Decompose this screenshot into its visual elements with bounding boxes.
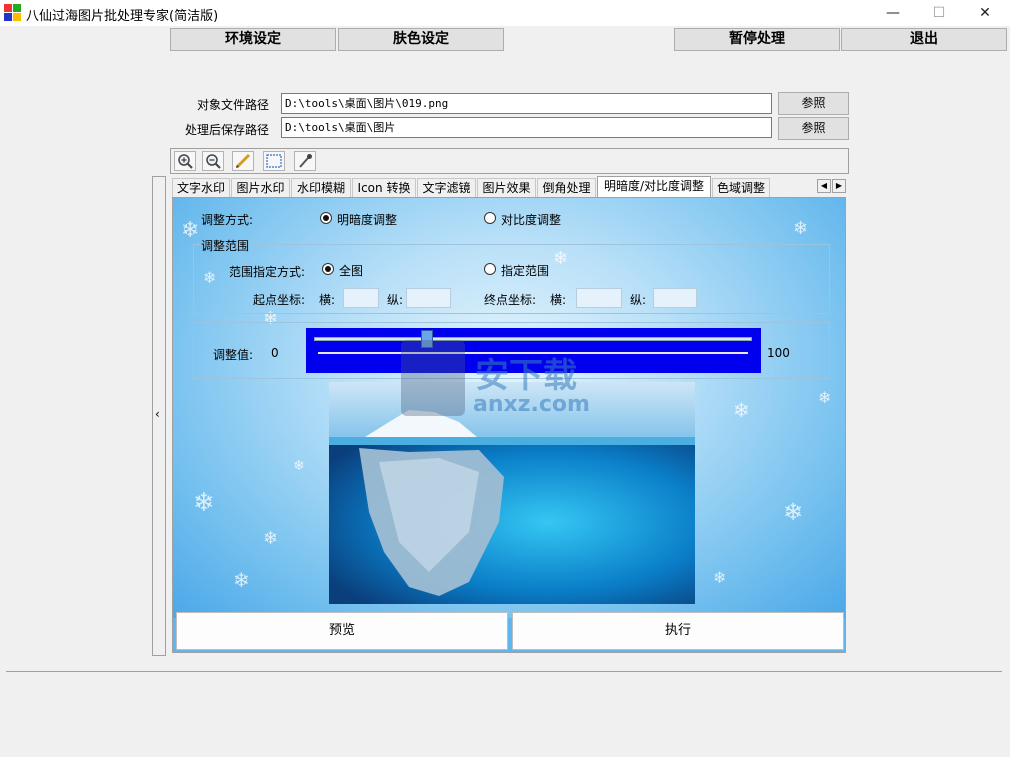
range-all-label: 全图 <box>339 264 364 278</box>
zoom-out-icon[interactable] <box>202 151 224 171</box>
tab-text-watermark[interactable]: 文字水印 <box>172 178 230 197</box>
slider-min-label: 0 <box>271 346 279 360</box>
snowflake-icon: ❄ <box>733 398 750 422</box>
end-point-label: 终点坐标: <box>484 293 537 307</box>
end-horiz-label: 横: <box>550 293 567 307</box>
tab-text-filter[interactable]: 文字滤镜 <box>417 178 476 197</box>
pause-button[interactable]: 暂停处理 <box>674 28 840 51</box>
source-path-input[interactable]: D:\tools\桌面\图片\019.png <box>281 93 772 114</box>
tab-watermark-blur[interactable]: 水印模糊 <box>291 178 351 197</box>
range-mode-label: 范围指定方式: <box>229 265 306 279</box>
watermark-text: 安下载 <box>475 356 577 396</box>
snowflake-icon: ❄ <box>783 498 804 526</box>
start-vert-label: 纵: <box>387 293 404 307</box>
end-x-input[interactable] <box>576 288 622 308</box>
output-path-label: 处理后保存路径 <box>185 123 270 137</box>
maximize-button[interactable]: ☐ <box>916 0 962 26</box>
start-x-input[interactable] <box>343 288 379 308</box>
brightness-contrast-panel: ❄ ❄ ❄ ❄ ❄ ❄ ❄ ❄ ❄ ❄ ❄ ❄ ❄ 调整方式: 明暗度调整 对比… <box>172 197 846 653</box>
eyedropper-icon[interactable] <box>294 151 316 171</box>
window-title: 八仙过海图片批处理专家(简洁版) <box>26 9 219 24</box>
tab-image-watermark[interactable]: 图片水印 <box>231 178 290 197</box>
snowflake-icon: ❄ <box>263 528 279 549</box>
slider-max-label: 100 <box>767 346 790 360</box>
start-y-input[interactable] <box>406 288 451 308</box>
zoom-in-icon[interactable] <box>174 151 196 171</box>
snowflake-icon: ❄ <box>193 488 215 518</box>
execute-button[interactable]: 执行 <box>512 612 844 650</box>
tab-color-gamut[interactable]: 色域调整 <box>712 178 770 197</box>
slider-track <box>314 337 752 341</box>
status-divider <box>6 671 1002 672</box>
exit-button[interactable]: 退出 <box>841 28 1007 51</box>
adjust-value-label: 调整值: <box>213 348 254 362</box>
range-specified-label: 指定范围 <box>501 264 550 278</box>
app-logo-icon <box>4 4 22 22</box>
watermark-shield-icon <box>401 340 465 416</box>
snowflake-icon: ❄ <box>233 568 250 592</box>
source-path-label: 对象文件路径 <box>197 98 270 112</box>
watermark-url: anxz.com <box>473 392 590 417</box>
skin-settings-button[interactable]: 肤色设定 <box>338 28 504 51</box>
chevron-left-icon: ‹ <box>155 407 160 421</box>
start-horiz-label: 横: <box>319 293 336 307</box>
range-all-radio[interactable] <box>322 263 334 275</box>
tab-scroll-left-icon[interactable]: ◀ <box>817 179 831 193</box>
minimize-button[interactable]: — <box>870 0 916 26</box>
brightness-radio-label: 明暗度调整 <box>337 213 398 227</box>
brightness-radio[interactable] <box>320 212 332 224</box>
tab-brightness-contrast[interactable]: 明暗度/对比度调整 <box>597 176 711 198</box>
output-path-input[interactable]: D:\tools\桌面\图片 <box>281 117 772 138</box>
snowflake-icon: ❄ <box>713 568 727 587</box>
start-point-label: 起点坐标: <box>253 293 306 307</box>
env-settings-button[interactable]: 环境设定 <box>170 28 336 51</box>
mode-label: 调整方式: <box>201 213 254 227</box>
tab-image-effects[interactable]: 图片效果 <box>477 178 536 197</box>
pencil-icon[interactable] <box>232 151 254 171</box>
tab-bevel[interactable]: 倒角处理 <box>537 178 596 197</box>
tab-scroll-right-icon[interactable]: ▶ <box>832 179 846 193</box>
select-rectangle-icon[interactable] <box>263 151 285 171</box>
contrast-radio-label: 对比度调整 <box>501 213 562 227</box>
end-vert-label: 纵: <box>630 293 647 307</box>
source-browse-button[interactable]: 参照 <box>778 92 849 115</box>
close-button[interactable]: ✕ <box>962 0 1008 26</box>
tab-icon-convert[interactable]: Icon 转换 <box>352 178 416 197</box>
end-y-input[interactable] <box>653 288 697 308</box>
collapse-panel-button[interactable]: ‹ <box>152 176 166 656</box>
snowflake-icon: ❄ <box>818 388 832 407</box>
output-browse-button[interactable]: 参照 <box>778 117 849 140</box>
range-specified-radio[interactable] <box>484 263 496 275</box>
preview-button[interactable]: 预览 <box>176 612 508 650</box>
snowflake-icon: ❄ <box>293 458 305 474</box>
range-group-title: 调整范围 <box>201 239 250 253</box>
snowflake-icon: ❄ <box>181 218 200 243</box>
contrast-radio[interactable] <box>484 212 496 224</box>
snowflake-icon: ❄ <box>793 218 809 239</box>
